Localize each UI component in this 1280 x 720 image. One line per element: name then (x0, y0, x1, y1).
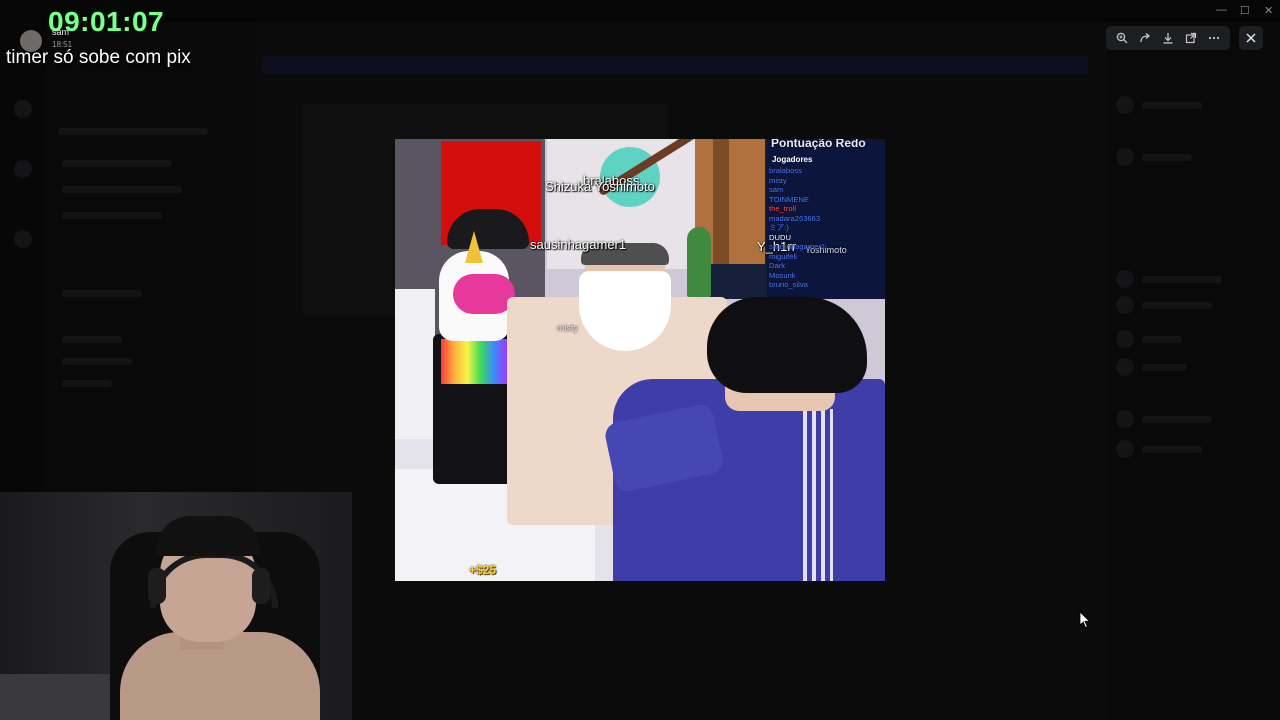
member-placeholder (1142, 416, 1212, 423)
unicorn-rainbow (441, 339, 507, 384)
scoreboard-player: Mosunk (769, 270, 796, 280)
nametag-sausinha: sausinhagamer1 (530, 237, 627, 252)
member-placeholder (1142, 364, 1187, 371)
member-placeholder (1142, 446, 1202, 453)
close-icon (1246, 33, 1256, 43)
game-mirror (395, 289, 435, 439)
scoreboard-player: Dark (769, 261, 786, 270)
headset-earcup-left (148, 568, 166, 604)
streamer-cap (156, 516, 260, 556)
member-avatar (1116, 440, 1134, 458)
unicorn-horn (465, 231, 483, 263)
image-viewer-toolbar (1106, 26, 1230, 50)
window-close-icon[interactable]: ✕ (1264, 4, 1273, 17)
channel-placeholder (62, 358, 132, 365)
jacket-avatar-hair (707, 297, 867, 393)
scoreboard-player: misty (769, 175, 787, 185)
scoreboard-player: bruno_silva (769, 280, 808, 289)
avatar-legs-shadow (713, 139, 729, 264)
scoreboard-player: madara263663 (769, 213, 821, 223)
share-icon[interactable] (1136, 29, 1154, 47)
member-avatar (1116, 410, 1134, 428)
member-placeholder (1142, 154, 1192, 161)
channel-placeholder (62, 212, 162, 219)
member-avatar (1116, 330, 1134, 348)
scoreboard-player: the_troll (769, 204, 797, 213)
member-avatar (1116, 96, 1134, 114)
money-gain: +$25 (469, 563, 497, 577)
notice-banner (262, 56, 1088, 74)
scoreboard-player-list: bralaboss misty sam TOINMENE the_troll madara… (769, 166, 825, 290)
member-placeholder (1142, 302, 1212, 309)
more-icon[interactable] (1205, 29, 1223, 47)
window-titlebar (0, 0, 1280, 22)
minimize-icon[interactable]: — (1216, 4, 1227, 16)
jacket-stripes (803, 409, 833, 581)
member-avatar (1116, 270, 1134, 288)
maximize-icon[interactable]: ☐ (1240, 4, 1250, 17)
chat-username: sam (52, 27, 70, 37)
unicorn-mane (453, 274, 515, 314)
member-avatar (1116, 358, 1134, 376)
cactus-prop (687, 227, 711, 297)
scoreboard-title: Pontuação Redo (771, 139, 866, 150)
channel-placeholder (62, 336, 122, 343)
webcam-hanging-shirt (0, 674, 110, 720)
member-avatar (1116, 148, 1134, 166)
channel-placeholder (58, 128, 208, 135)
channel-placeholder (62, 160, 172, 167)
channel-placeholder (62, 290, 142, 297)
download-icon[interactable] (1159, 29, 1177, 47)
channel-placeholder (62, 186, 182, 193)
webcam-feed (0, 492, 352, 720)
scoreboard-player: sam (769, 185, 784, 194)
game-screenshot[interactable]: bralaboss Shizuka Yoshimoto sausinhagame… (395, 139, 885, 581)
member-avatar (1116, 296, 1134, 314)
viewer-close-button[interactable] (1239, 26, 1263, 50)
scoreboard-header: Jogadores (772, 155, 813, 164)
member-placeholder (1142, 336, 1182, 343)
scoreboard-player: DUDU (769, 232, 791, 242)
chat-message: timer só sobe com pix (6, 47, 191, 68)
nametag-misty: misty (557, 323, 578, 333)
scoreboard-player: bralaboss (769, 166, 802, 175)
server-icon (14, 100, 32, 118)
scoreboard-player: miguifeli (769, 251, 797, 261)
scoreboard-player: ミア:) (769, 223, 789, 232)
scoreboard-player: sausinhagamer1 (769, 242, 826, 251)
member-placeholder (1142, 276, 1222, 283)
nametag-shizuka: Shizuka Yoshimoto (545, 179, 655, 194)
headset-earcup-right (252, 568, 270, 604)
zoom-in-icon[interactable] (1113, 29, 1131, 47)
server-icon (14, 230, 32, 248)
open-external-icon[interactable] (1182, 29, 1200, 47)
member-placeholder (1142, 102, 1202, 109)
server-icon (14, 160, 32, 178)
mouse-cursor-icon (1079, 611, 1091, 629)
scoreboard-player: TOINMENE (769, 194, 809, 204)
channel-placeholder (62, 380, 112, 387)
